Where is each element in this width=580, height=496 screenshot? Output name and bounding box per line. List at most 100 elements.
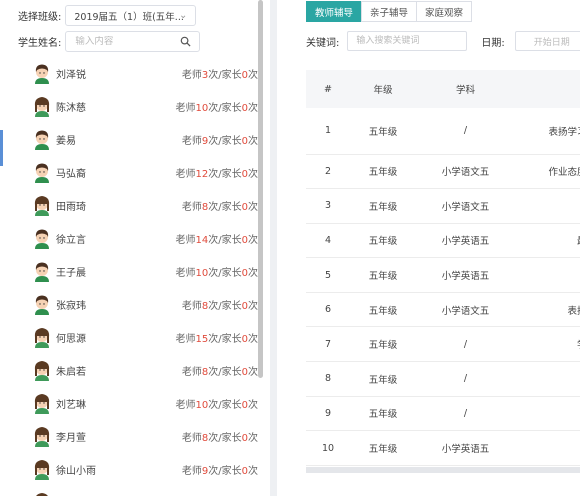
teacher-prefix: 老师 [181, 367, 202, 378]
start-date-picker[interactable]: 开始日期 [514, 31, 580, 51]
student-item[interactable]: 朱启若 老师8次/家长0次 [0, 355, 258, 388]
row-content: 学习 [515, 326, 580, 363]
teacher-count: 10 [195, 268, 209, 279]
header-content [515, 70, 580, 108]
student-avatar-icon [34, 460, 50, 480]
row-content: 情 [515, 361, 580, 397]
scrollbar[interactable] [258, 0, 263, 378]
student-avatar-icon [35, 295, 49, 315]
student-item[interactable]: 姜易 老师9次/家长0次 [0, 124, 258, 157]
table-header-row: # 年级 学科 [306, 70, 580, 108]
student-item[interactable]: 何思源 老师15次/家长0次 [0, 322, 258, 355]
class-select-value: 2019届五（1）班(五年... [74, 11, 184, 23]
table-row[interactable]: 4五年级小学英语五最近 [306, 223, 580, 259]
student-item[interactable]: 王子晨 老师10次/家长0次 [0, 256, 258, 289]
teacher-count: 15 [195, 334, 209, 345]
row-grade: 五年级 [350, 292, 416, 328]
parent-prefix: 次/家长 [208, 400, 242, 411]
teacher-prefix: 老师 [175, 334, 196, 345]
teacher-prefix: 老师 [175, 400, 196, 411]
table-row[interactable]: 6五年级小学语文五表扬近 [306, 292, 580, 328]
count-suffix: 次 [248, 103, 258, 114]
horizontal-scrollbar[interactable] [306, 467, 580, 473]
tab-family-observation[interactable]: 家庭观察 [416, 1, 473, 22]
student-record-counts: 老师8次/家长0次 [182, 297, 258, 312]
student-item[interactable]: 徐立言 老师14次/家长0次 [0, 223, 258, 256]
student-name: 李月萱 [56, 433, 86, 444]
header-subject: 学科 [416, 70, 515, 108]
table-row[interactable]: 3五年级小学语文五基 [306, 188, 580, 224]
student-record-counts: 老师8次/家长0次 [182, 429, 258, 444]
student-item[interactable]: 徐山小雨 老师9次/家长0次 [0, 454, 258, 487]
student-item[interactable]: 刘泽锐 老师3次/家长0次 [0, 58, 258, 91]
student-item[interactable]: 张寂玮 老师8次/家长0次 [0, 289, 258, 322]
student-record-counts: 老师8次/家长0次 [182, 363, 258, 378]
table-row[interactable]: 8五年级/情 [306, 361, 580, 397]
parent-prefix: 次/家长 [208, 235, 242, 246]
student-name: 王子晨 [56, 268, 86, 279]
student-record-counts: 老师10次/家长0次 [176, 99, 258, 114]
teacher-prefix: 老师 [175, 103, 196, 114]
count-suffix: 次 [248, 169, 258, 180]
count-suffix: 次 [248, 334, 258, 345]
keyword-input[interactable] [347, 31, 468, 51]
row-index: 1 [306, 108, 350, 155]
parent-prefix: 次/家长 [208, 202, 242, 213]
row-subject: 小学语文五 [416, 154, 515, 190]
student-record-counts: 老师8次/家长0次 [182, 198, 258, 213]
row-index: 4 [306, 223, 350, 259]
student-avatar-icon [34, 394, 50, 414]
student-name: 徐立言 [56, 235, 86, 246]
row-grade: 五年级 [350, 396, 416, 432]
class-select[interactable]: 2019届五（1）班(五年... ⌄ [65, 5, 197, 26]
row-subject: 小学英语五 [416, 430, 515, 466]
table-row[interactable]: 10五年级小学英语五最 [306, 430, 580, 466]
row-subject: / [416, 396, 515, 432]
class-label: 选择班级: [18, 12, 62, 23]
row-index: 5 [306, 257, 350, 293]
row-grade: 五年级 [350, 257, 416, 293]
student-record-counts: 老师10次/家长0次 [176, 396, 258, 411]
search-row: 关键词: 日期: 开始日期 [306, 31, 580, 51]
parent-prefix: 次/家长 [208, 334, 242, 345]
student-item[interactable]: 罗文璐老师11次/家长0次 [0, 487, 258, 496]
teacher-prefix: 老师 [175, 169, 196, 180]
table-row[interactable]: 2五年级小学语文五作业态度不 [306, 154, 580, 190]
student-name-input[interactable] [75, 36, 191, 47]
row-grade: 五年级 [350, 430, 416, 466]
count-suffix: 次 [248, 466, 258, 477]
parent-prefix: 次/家长 [208, 301, 242, 312]
parent-prefix: 次/家长 [208, 433, 242, 444]
records-table: # 年级 学科 1五年级/表扬学习态2五年级小学语文五作业态度不3五年级小学语文… [306, 70, 580, 466]
teacher-count: 12 [195, 169, 209, 180]
table-row[interactable]: 9五年级/自 [306, 396, 580, 432]
chevron-down-icon: ⌄ [178, 10, 188, 21]
row-index: 3 [306, 188, 350, 224]
tab-teacher-tutoring[interactable]: 教师辅导 [306, 1, 363, 22]
tab-bar: 教师辅导 亲子辅导 家庭观察 [306, 1, 473, 22]
row-grade: 五年级 [350, 154, 416, 190]
table-row[interactable]: 7五年级/学习 [306, 326, 580, 363]
table-row[interactable]: 5五年级小学英语五完 [306, 257, 580, 293]
count-suffix: 次 [248, 301, 258, 312]
student-item[interactable]: 田雨琦 老师8次/家长0次 [0, 190, 258, 223]
student-item[interactable]: 马弘裔 老师12次/家长0次 [0, 157, 258, 190]
table-row[interactable]: 1五年级/表扬学习态 [306, 108, 580, 155]
row-content: 完 [515, 257, 580, 293]
student-avatar-icon [34, 328, 50, 348]
teacher-prefix: 老师 [181, 202, 202, 213]
student-avatar-icon [34, 427, 50, 447]
student-item[interactable]: 陈沐慈 老师10次/家长0次 [0, 91, 258, 124]
search-icon[interactable] [180, 36, 191, 47]
count-suffix: 次 [248, 202, 258, 213]
teacher-prefix: 老师 [181, 301, 202, 312]
student-item[interactable]: 刘艺琳 老师10次/家长0次 [0, 388, 258, 421]
student-item[interactable]: 李月萱 老师8次/家长0次 [0, 421, 258, 454]
row-content: 表扬学习态 [515, 108, 580, 155]
student-avatar-icon [34, 97, 50, 117]
row-subject: 小学英语五 [416, 257, 515, 293]
tab-parent-tutoring[interactable]: 亲子辅导 [361, 1, 418, 22]
row-content: 基 [515, 188, 580, 224]
student-avatar-icon [34, 361, 50, 381]
row-content: 表扬近 [515, 292, 580, 328]
